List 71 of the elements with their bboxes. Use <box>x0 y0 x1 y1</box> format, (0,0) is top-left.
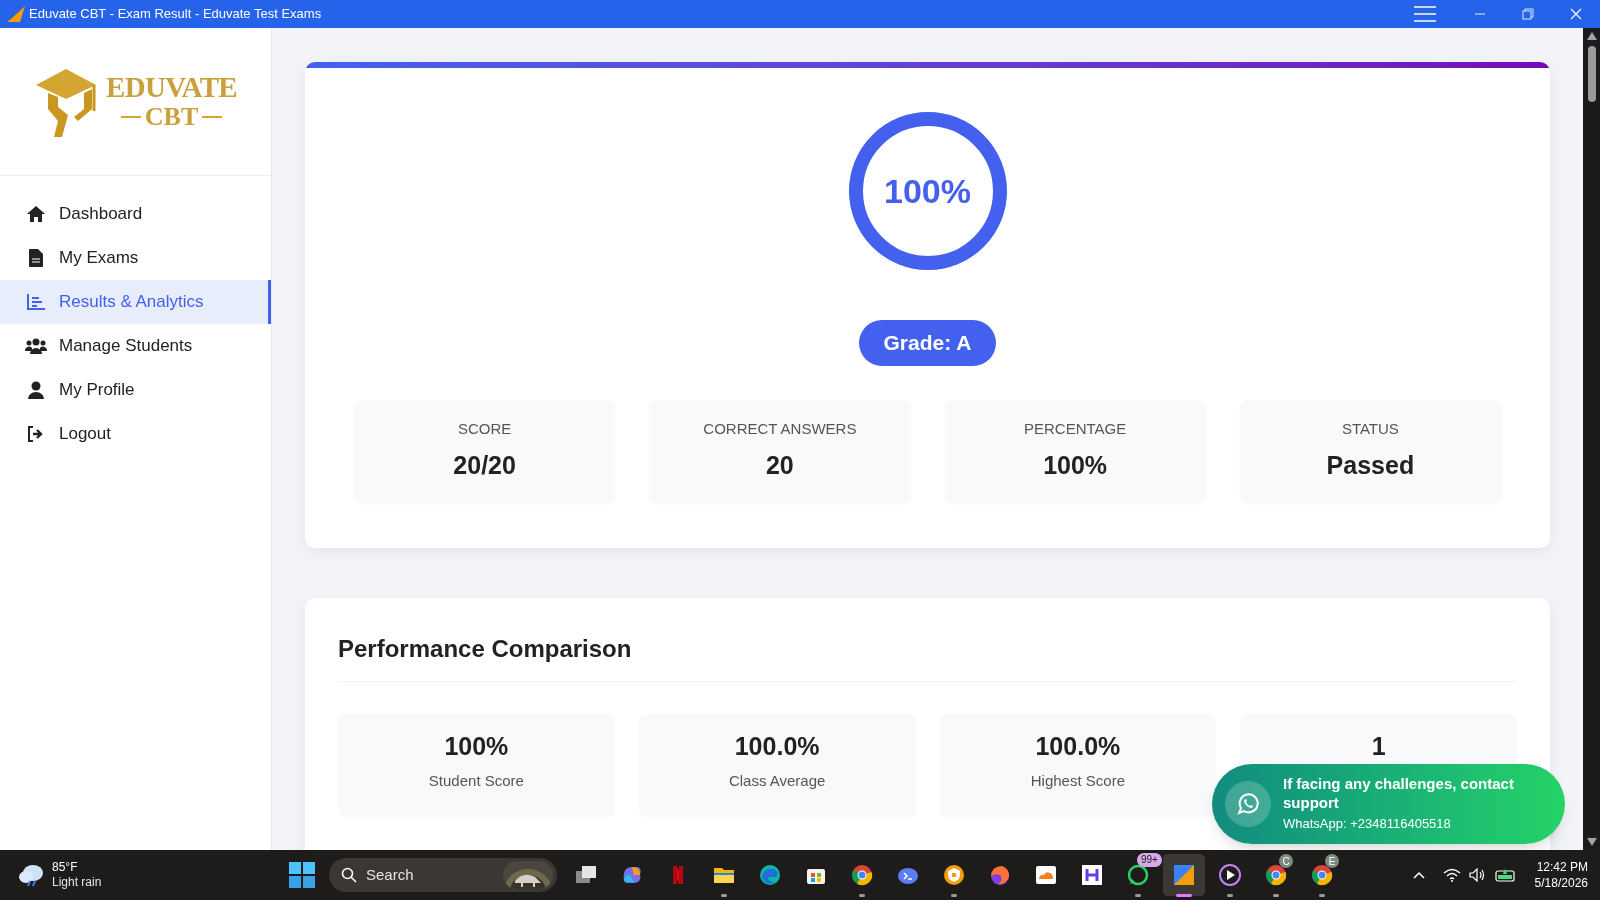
logo-text: EDUVATE <box>106 73 237 102</box>
weather-temperature: 85°F <box>52 860 79 875</box>
logo-subtext: CBT <box>144 104 199 130</box>
wave-icon[interactable] <box>758 863 782 887</box>
chevron-up-icon[interactable] <box>1412 871 1425 879</box>
notification-badge: 99+ <box>1137 853 1162 867</box>
popup-contact: WhatsApp: +2348116405518 <box>1283 815 1452 834</box>
popup-title: If facing any challenges, contact support <box>1283 774 1515 813</box>
stat-value: Passed <box>1326 449 1415 481</box>
nav-item[interactable]: Dashboard <box>0 192 271 236</box>
chart-icon <box>27 294 45 310</box>
scroll-thumb[interactable] <box>1587 46 1596 102</box>
shield-icon[interactable] <box>942 863 966 887</box>
logout-icon <box>27 426 45 442</box>
scroll-up-icon[interactable] <box>1586 32 1597 40</box>
nav-item[interactable]: My Exams <box>0 236 271 280</box>
stat-label: PERCENTAGE <box>1024 419 1127 439</box>
section-title: Performance Comparison <box>338 631 1517 682</box>
nav-item[interactable]: Results & Analytics <box>0 280 271 324</box>
comparison-label: Highest Score <box>1030 770 1125 791</box>
user-icon <box>28 381 44 399</box>
restore-icon[interactable] <box>1522 8 1534 20</box>
search-icon <box>341 867 357 883</box>
score-percentage: 100% <box>884 170 971 212</box>
wifi-icon[interactable] <box>1442 868 1461 882</box>
stat-label: STATUS <box>1341 419 1399 439</box>
search-field[interactable]: Search <box>329 858 557 892</box>
comparison-value: 100.0% <box>734 731 820 762</box>
slash-icon[interactable] <box>1172 863 1196 887</box>
grade-badge: Grade: A <box>858 320 997 366</box>
stat-value: 100% <box>1043 449 1108 481</box>
clock-date: 5/18/2026 <box>1534 875 1588 891</box>
notification-badge: C <box>1279 854 1293 868</box>
comparison-value: 100% <box>444 731 509 762</box>
windows-start-icon[interactable] <box>289 862 315 888</box>
comparison-label: Student Score <box>428 770 524 791</box>
stat-label: CORRECT ANSWERS <box>703 419 857 439</box>
nav-item[interactable]: Manage Students <box>0 324 271 368</box>
users-icon <box>25 338 47 354</box>
scrollbar[interactable] <box>1583 28 1600 850</box>
browser-icon[interactable] <box>1310 863 1334 887</box>
comparison-label: Class Average <box>728 770 826 791</box>
stat-value: 20/20 <box>453 449 516 481</box>
fox-icon[interactable] <box>988 863 1012 887</box>
app-icon <box>6 5 26 23</box>
nav-item[interactable]: My Profile <box>0 368 271 412</box>
chat-bubble-icon[interactable] <box>1126 863 1150 887</box>
letter-tile-icon[interactable] <box>1080 863 1104 887</box>
browser-icon[interactable] <box>850 863 874 887</box>
speaker-icon[interactable] <box>1468 868 1485 882</box>
weather-condition: Light rain <box>52 875 102 890</box>
play-icon[interactable] <box>1218 863 1242 887</box>
clock-time: 12:42 PM <box>1536 859 1588 875</box>
comparison-value: 1 <box>1371 731 1386 762</box>
search-placeholder: Search <box>366 864 414 885</box>
stat-label: SCORE <box>457 419 512 439</box>
weather-icon[interactable] <box>18 863 46 887</box>
browser-icon[interactable] <box>1264 863 1288 887</box>
document-icon <box>29 249 43 267</box>
menu-icon[interactable] <box>1414 6 1436 22</box>
comparison-value: 100.0% <box>1035 731 1121 762</box>
stat-value: 20 <box>765 449 794 481</box>
notification-badge: E <box>1325 854 1339 868</box>
scroll-down-icon[interactable] <box>1586 838 1597 846</box>
home-icon <box>26 205 46 223</box>
whatsapp-icon <box>1225 781 1271 827</box>
window-title: Eduvate CBT - Exam Result - Eduvate Test Exams <box>29 5 322 24</box>
nav-item[interactable]: Logout <box>0 412 271 456</box>
battery-icon[interactable] <box>1494 868 1517 882</box>
cloud-icon[interactable] <box>1034 863 1058 887</box>
close-icon[interactable] <box>1570 8 1582 20</box>
